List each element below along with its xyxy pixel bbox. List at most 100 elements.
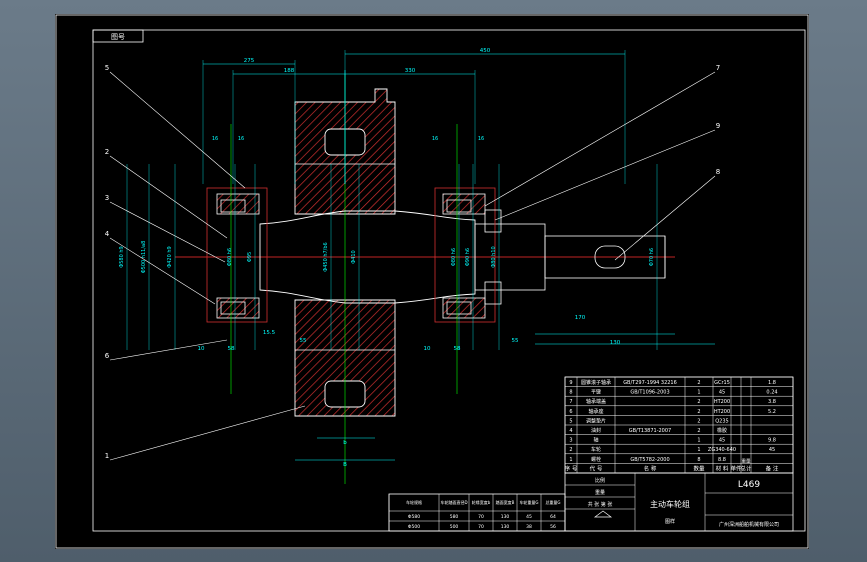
bom-cell-0-1: 圆锥滚子轴承	[581, 379, 611, 386]
dim-vertical-1: Φ500 h11/a8	[141, 241, 147, 274]
dim-bottom-7: 170	[575, 315, 586, 321]
callout-number-3: 4	[105, 230, 110, 238]
bom-header-2: 名 称	[644, 464, 657, 472]
dim-bearing-right-1: 16	[478, 136, 484, 142]
spec-header-3: 踏面宽度B	[496, 499, 515, 505]
bom-cell-6-4: 45	[719, 438, 725, 444]
drawing-canvas[interactable]: 图号 275 188 330 450 16 16 16 16 Φ580 h9 Φ500 h11/a8…	[55, 14, 809, 549]
dim-bottom-2: 15.5	[263, 330, 276, 336]
bom-cell-4-4: Q235	[715, 418, 728, 424]
drawing-number: L469	[738, 480, 760, 490]
callout-leader-1	[109, 155, 228, 239]
spec-cell-0-1: 580	[450, 514, 459, 520]
spec-cell-0-2: 70	[478, 514, 484, 520]
bom-cell-7-3: 1	[697, 447, 700, 453]
spec-header-5: 总重量G	[545, 499, 560, 505]
spec-cell-1-4: 38	[526, 524, 532, 530]
dim-bottom-6: 55	[512, 338, 519, 344]
spec-cell-0-5: 64	[550, 514, 556, 520]
bom-header-1: 代 号	[590, 464, 603, 472]
title-name: 主动车轮组	[650, 499, 690, 509]
bom-cell-8-3: 8	[697, 457, 700, 463]
bom-cell-6-3: 1	[697, 438, 700, 444]
bom-cell-5-0: 4	[569, 428, 572, 434]
callout-number-6: 7	[716, 64, 720, 72]
bom-cell-5-2: GB/T13871-2007	[629, 428, 671, 434]
dim-vertical-3: Φ80 h6	[227, 248, 233, 266]
spec-cell-1-0: Φ500	[408, 524, 420, 530]
bom-cell-2-7: 3.8	[768, 399, 776, 405]
dim-bottom-3: 55	[300, 338, 307, 344]
callout-number-7: 9	[716, 122, 720, 130]
company-logo-icon	[593, 510, 613, 518]
bom-cell-1-2: GB/T1096-2003	[630, 390, 669, 396]
dim-vertical-0: Φ580 h9	[119, 246, 125, 267]
cad-drawing: 图号275188 33045016 16 16 16Φ580 h9 Φ500 h11/a8…	[55, 14, 809, 549]
bom-cell-2-4: HT200	[714, 399, 730, 405]
tb-material: 图样	[665, 518, 675, 525]
dim-vertical-8: Φ90 h6	[465, 248, 471, 266]
end-cap-right-top	[484, 209, 502, 233]
callout-leader-7	[494, 129, 716, 221]
callout-number-1: 2	[105, 148, 109, 156]
dim-bottom-4: 10	[424, 346, 431, 352]
bom-header-3: 数量	[693, 464, 705, 472]
bom-cell-1-0: 8	[569, 390, 572, 396]
spec-cell-1-5: 56	[550, 524, 556, 530]
dim-bearing-left-0: 16	[212, 136, 218, 142]
dim-bearing-right-0: 16	[432, 136, 438, 142]
spec-header-0: 车轮规格	[406, 499, 422, 505]
bom-header-4: 材 料	[716, 464, 729, 472]
callout-leader-6	[484, 71, 716, 207]
bom-cell-6-1: 轴	[593, 437, 598, 444]
spec-cell-1-1: 500	[450, 524, 459, 530]
dim-vertical-5: Φ450 h7/b6	[323, 242, 329, 271]
bom-cell-0-2: GB/T297-1994 32216	[623, 380, 677, 386]
dim-bottom-9: b	[343, 440, 347, 446]
bom-cell-3-0: 6	[569, 409, 572, 415]
bom-header-0: 序 号	[565, 464, 578, 472]
bearing-right-bottom	[442, 297, 486, 319]
dim-vertical-6: Φ410	[351, 250, 357, 263]
callout-number-8: 8	[716, 168, 720, 176]
dim-vertical-2: Φ420 h9	[167, 246, 173, 267]
bom-cell-1-1: 平键	[591, 389, 601, 396]
bom-cell-0-3: 2	[697, 380, 700, 386]
bom-cell-4-1: 调整垫片	[586, 417, 606, 424]
bom-cell-3-1: 轴承座	[588, 408, 603, 415]
spec-cell-1-3: 130	[501, 524, 510, 530]
bom-cell-2-0: 7	[569, 399, 572, 405]
bom-cell-3-7: 5.2	[768, 409, 776, 415]
dim-vertical-4: Φ95	[247, 252, 253, 262]
tb-scale-label: 比例	[595, 477, 605, 484]
dim-top-1: 188	[284, 68, 295, 74]
dim-bottom-10: B	[343, 462, 347, 468]
bom-cell-8-1: 螺栓	[591, 456, 601, 463]
bearing-left-top	[216, 193, 260, 215]
bom-header-7: 备 注	[766, 464, 779, 472]
dim-bearing-left-1: 16	[238, 136, 244, 142]
dim-top-0: 275	[244, 58, 255, 64]
bom-cell-6-0: 3	[569, 438, 572, 444]
bom-cell-4-3: 2	[697, 418, 700, 424]
bom-cell-5-1: 油封	[591, 427, 601, 434]
bom-cell-7-4: ZG340-640	[708, 447, 736, 453]
callout-leader-4	[109, 339, 228, 361]
bom-cell-5-3: 2	[697, 428, 700, 434]
bom-header-6: 总计	[740, 464, 752, 472]
bom-cell-1-7: 0.24	[766, 390, 777, 396]
dim-bottom-0: 10	[198, 346, 205, 352]
dim-vertical-9: Φ80 h10	[491, 246, 497, 267]
dim-bottom-1: 58	[228, 346, 235, 352]
spec-cell-0-3: 130	[501, 514, 510, 520]
bom-cell-0-7: 1.8	[768, 380, 776, 386]
dim-top-3: 450	[480, 48, 491, 54]
bom-cell-7-1: 车轮	[591, 446, 601, 453]
callout-number-4: 6	[105, 352, 110, 360]
spec-header-1: 车轮踏面直径D	[440, 499, 467, 505]
end-cap-right-bottom	[484, 281, 502, 305]
corner-tag: 图号	[111, 33, 125, 41]
company-name: 广州深洲船舶机械有限公司	[719, 521, 779, 528]
bom-cell-7-7: 45	[769, 447, 775, 453]
callout-leader-5	[109, 405, 306, 461]
